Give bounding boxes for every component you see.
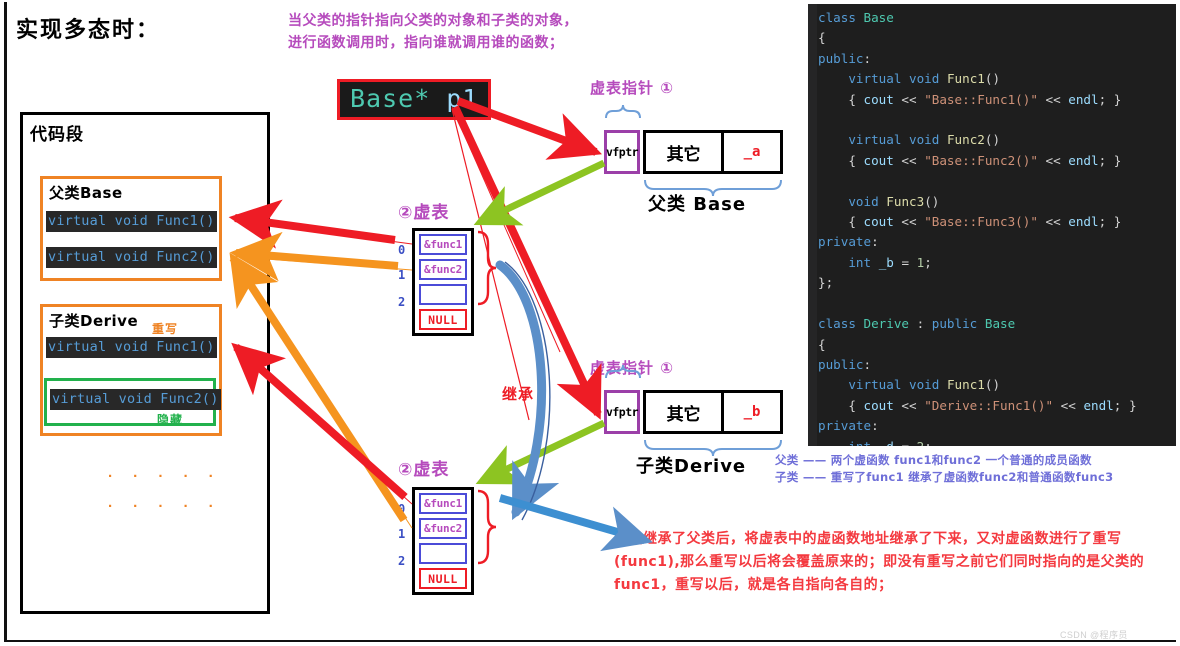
ellipsis-dots-2: · · · · · [108, 498, 222, 515]
derive-func2-chip: virtual void Func2() [50, 389, 221, 410]
object-1-members: 其它 _a [643, 130, 783, 174]
inheritance-explanation-note: 子类继承了父类后，将虚表中的虚函数地址继承了下来，又对虚函数进行了重写(func… [614, 531, 1145, 593]
pointer-type: Base* [350, 84, 431, 113]
object-2-name: 子类Derive [636, 456, 747, 477]
source-code-panel[interactable]: class Base { public: virtual void Func1(… [808, 4, 1176, 446]
vtable-2-index-0: 0 [398, 502, 406, 516]
pointer-name: p1 [446, 84, 479, 113]
object-1-member-a: _a [743, 144, 761, 160]
code-segment-label: 代码段 [30, 125, 84, 145]
arrow-derive-vfptr-to-vtable2 [475, 419, 606, 485]
base-pointer-declaration: Base* p1 [337, 79, 492, 120]
derive-class-title: 子类Derive [49, 312, 139, 330]
code-gutter [808, 4, 817, 446]
vfptr-label-2: 虚表指针 ① [590, 359, 674, 377]
vtable-1-label: ②虚表 [398, 203, 450, 223]
arrow-p1-to-derive-object [451, 105, 602, 420]
vtable-2: &func1 &func2 NULL [412, 487, 474, 595]
vtable-2-entry-0: &func1 [419, 493, 467, 514]
object-2-member-b: _b [743, 404, 761, 420]
base-func1-chip: virtual void Func1() [46, 211, 217, 232]
vtable-1: &func1 &func2 NULL [412, 228, 474, 336]
vtable-1-entry-0: &func1 [419, 234, 467, 255]
polymorphism-note: 当父类的指针指向父类的对象和子类的对象，进行函数调用时，指向谁就调用谁的函数； [288, 13, 578, 51]
source-code-text: class Base { public: virtual void Func1(… [818, 10, 1137, 446]
vfptr-label-1: 虚表指针 ① [590, 79, 674, 97]
vtable-2-index-1: 1 [398, 527, 406, 541]
object-2-vfptr-cell: vfptr [604, 390, 640, 434]
derive-func1-chip: virtual void Func1() [46, 337, 217, 358]
class-summary-note: 父类 —— 两个虚函数 func1和func2 一个普通的成员函数 子类 —— … [775, 452, 1180, 486]
brace-vtable2 [477, 489, 497, 565]
object-1-other-label: 其它 [646, 133, 725, 171]
rewrite-tag: 重写 [152, 322, 179, 336]
vtable-1-index-2: 2 [398, 295, 406, 309]
vtable-1-entry-1: &func2 [419, 259, 467, 280]
arrow-base-vfptr-to-vtable1 [473, 159, 606, 226]
ellipsis-dots-1: · · · · · [108, 468, 222, 485]
page-title: 实现多态时： [16, 18, 161, 43]
vtable-2-label: ②虚表 [398, 460, 450, 480]
vtable-2-entry-1: &func2 [419, 518, 467, 539]
inherit-label: 继承 [502, 385, 535, 403]
object-1-name: 父类 Base [648, 194, 747, 215]
summary-line-2: 子类 —— 重写了func1 继承了虚函数func2和普通函数func3 [775, 470, 1114, 484]
brace-vtable1 [477, 230, 497, 306]
vtable-2-null-entry: NULL [419, 568, 467, 589]
brace-vfptr-1 [605, 104, 641, 119]
object-2-members: 其它 _b [643, 390, 783, 434]
base-class-title: 父类Base [49, 184, 123, 202]
watermark: CSDN @程序员 [1060, 630, 1128, 640]
diagram-canvas: 实现多态时： 代码段 父类Base virtual void Func1() v… [0, 0, 1180, 646]
vtable-2-entry-2 [419, 543, 467, 564]
vtable-1-null-entry: NULL [419, 309, 467, 330]
base-func2-chip: virtual void Func2() [46, 247, 217, 268]
summary-line-1: 父类 —— 两个虚函数 func1和func2 一个普通的成员函数 [775, 453, 1092, 467]
object-2-other-label: 其它 [646, 393, 725, 431]
vtable-1-entry-2 [419, 284, 467, 305]
vtable-2-index-2: 2 [398, 554, 406, 568]
vtable-1-index-0: 0 [398, 243, 406, 257]
vtable-1-index-1: 1 [398, 268, 406, 282]
object-1-vfptr-cell: vfptr [604, 130, 640, 174]
hide-tag: 隐藏 [157, 413, 184, 427]
